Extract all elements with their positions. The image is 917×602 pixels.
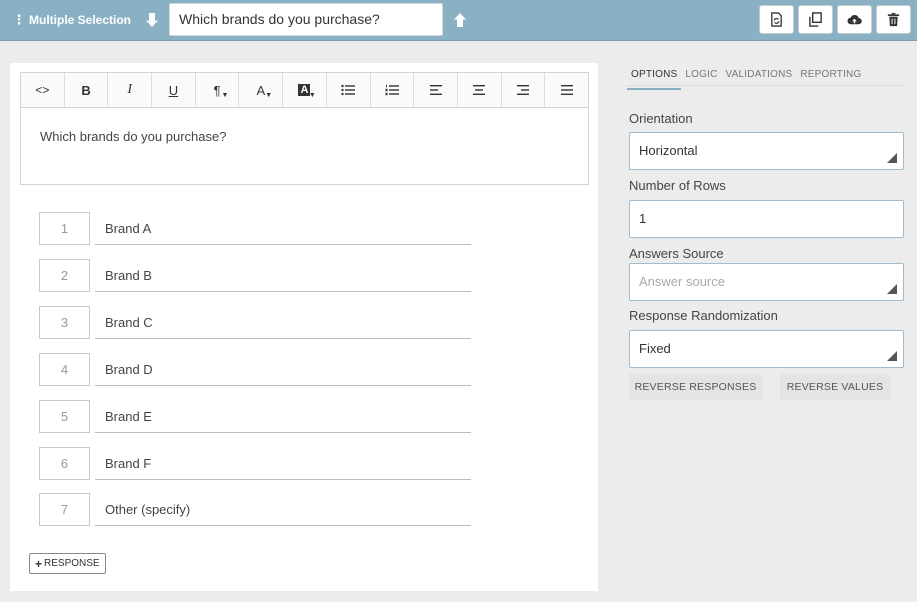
question-text-editor[interactable]: Which brands do you purchase? — [20, 107, 589, 185]
tab-options[interactable]: OPTIONS — [627, 67, 682, 90]
orientation-label: Orientation — [629, 111, 693, 126]
rows-input[interactable]: 1 — [629, 200, 904, 238]
reverse-values-button[interactable]: REVERSE VALUES — [780, 374, 890, 400]
delete-button[interactable] — [876, 5, 911, 34]
dropdown-corner-icon — [887, 153, 897, 163]
font-color-icon: A — [256, 82, 266, 98]
numbered-list-icon — [385, 84, 399, 96]
list-item: 2 Brand B — [39, 259, 471, 293]
list-item: 7 Other (specify) — [39, 493, 471, 527]
bold-icon: B — [81, 82, 91, 98]
move-up-button[interactable] — [449, 9, 471, 31]
underline-icon: U — [168, 82, 179, 98]
reverse-responses-button[interactable]: REVERSE RESPONSES — [629, 374, 762, 400]
copy-button[interactable] — [798, 5, 833, 34]
response-number[interactable]: 4 — [39, 353, 90, 386]
response-label-input[interactable]: Brand F — [95, 447, 471, 480]
align-right-icon — [516, 85, 529, 95]
orientation-value: Horizontal — [639, 143, 698, 158]
italic-button[interactable]: I — [108, 73, 153, 107]
bullet-list-button[interactable] — [327, 73, 371, 107]
underline-button[interactable]: U — [152, 73, 196, 107]
settings-tabs: OPTIONS LOGIC VALIDATIONS REPORTING — [627, 67, 865, 90]
randomization-select[interactable]: Fixed — [629, 330, 904, 368]
rows-label: Number of Rows — [629, 178, 726, 193]
caret-down-icon: ▼ — [265, 92, 273, 99]
caret-down-icon: ▼ — [308, 92, 316, 99]
response-number[interactable]: 5 — [39, 400, 90, 433]
align-left-button[interactable] — [414, 73, 458, 107]
tab-reporting[interactable]: REPORTING — [796, 67, 865, 90]
response-number[interactable]: 7 — [39, 493, 90, 526]
tab-validations[interactable]: VALIDATIONS — [722, 67, 797, 90]
bullet-list-icon — [341, 84, 356, 96]
question-editor-panel: <> B I U ¶ ▼ A ▼ A ▼ Which brands do you… — [10, 63, 598, 591]
tabs-divider — [627, 85, 906, 86]
trash-icon — [887, 12, 900, 27]
cloud-upload-icon — [847, 15, 862, 25]
orientation-select[interactable]: Horizontal — [629, 132, 904, 170]
response-number[interactable]: 1 — [39, 212, 90, 245]
copy-icon — [809, 12, 822, 27]
italic-icon: I — [127, 82, 133, 97]
list-item: 6 Brand F — [39, 447, 471, 481]
response-label-input[interactable]: Brand C — [95, 306, 471, 339]
question-type-selector[interactable]: ⋮ Multiple Selection — [12, 11, 132, 29]
rich-text-toolbar: <> B I U ¶ ▼ A ▼ A ▼ — [20, 72, 589, 108]
response-number[interactable]: 3 — [39, 306, 90, 339]
response-label-input[interactable]: Brand A — [95, 212, 471, 245]
move-down-button[interactable] — [141, 9, 163, 31]
randomization-value: Fixed — [639, 341, 671, 356]
numbered-list-button[interactable] — [371, 73, 415, 107]
tab-logic[interactable]: LOGIC — [681, 67, 721, 90]
paragraph-icon: ¶ — [213, 82, 221, 98]
font-color-button[interactable]: A ▼ — [239, 73, 284, 107]
answers-source-select[interactable]: Answer source — [629, 263, 904, 301]
add-response-label: RESPONSE — [44, 558, 100, 569]
vertical-dots-icon: ⋮ — [12, 12, 26, 27]
arrow-down-icon — [146, 13, 158, 27]
list-item: 5 Brand E — [39, 400, 471, 434]
dropdown-corner-icon — [887, 351, 897, 361]
caret-down-icon: ▼ — [221, 92, 229, 99]
bold-button[interactable]: B — [65, 73, 109, 107]
justify-icon — [560, 85, 573, 95]
response-label-input[interactable]: Other (specify) — [95, 493, 471, 526]
align-right-button[interactable] — [502, 73, 546, 107]
align-center-button[interactable] — [458, 73, 502, 107]
save-cloud-button[interactable] — [837, 5, 872, 34]
refresh-button[interactable] — [759, 5, 794, 34]
top-bar: ⋮ Multiple Selection Which brands do you… — [0, 0, 917, 41]
response-number[interactable]: 2 — [39, 259, 90, 292]
answers-source-placeholder: Answer source — [639, 274, 725, 289]
code-view-button[interactable]: <> — [21, 73, 65, 107]
arrow-up-icon — [454, 13, 466, 27]
question-type-label: Multiple Selection — [29, 13, 132, 27]
response-label-input[interactable]: Brand D — [95, 353, 471, 386]
highlight-color-button[interactable]: A ▼ — [283, 73, 327, 107]
answers-source-label: Answers Source — [629, 246, 724, 261]
paragraph-button[interactable]: ¶ ▼ — [196, 73, 240, 107]
list-item: 3 Brand C — [39, 306, 471, 340]
align-left-icon — [429, 85, 442, 95]
question-title-input[interactable]: Which brands do you purchase? — [169, 3, 443, 36]
list-item: 4 Brand D — [39, 353, 471, 387]
justify-button[interactable] — [545, 73, 588, 107]
add-response-button[interactable]: + RESPONSE — [29, 553, 106, 574]
plus-icon: + — [35, 556, 43, 571]
dropdown-corner-icon — [887, 284, 897, 294]
response-label-input[interactable]: Brand E — [95, 400, 471, 433]
code-icon: <> — [35, 83, 50, 97]
list-item: 1 Brand A — [39, 212, 471, 246]
randomization-label: Response Randomization — [629, 308, 778, 323]
refresh-doc-icon — [771, 12, 782, 27]
align-center-icon — [473, 85, 486, 95]
response-number[interactable]: 6 — [39, 447, 90, 480]
response-label-input[interactable]: Brand B — [95, 259, 471, 292]
